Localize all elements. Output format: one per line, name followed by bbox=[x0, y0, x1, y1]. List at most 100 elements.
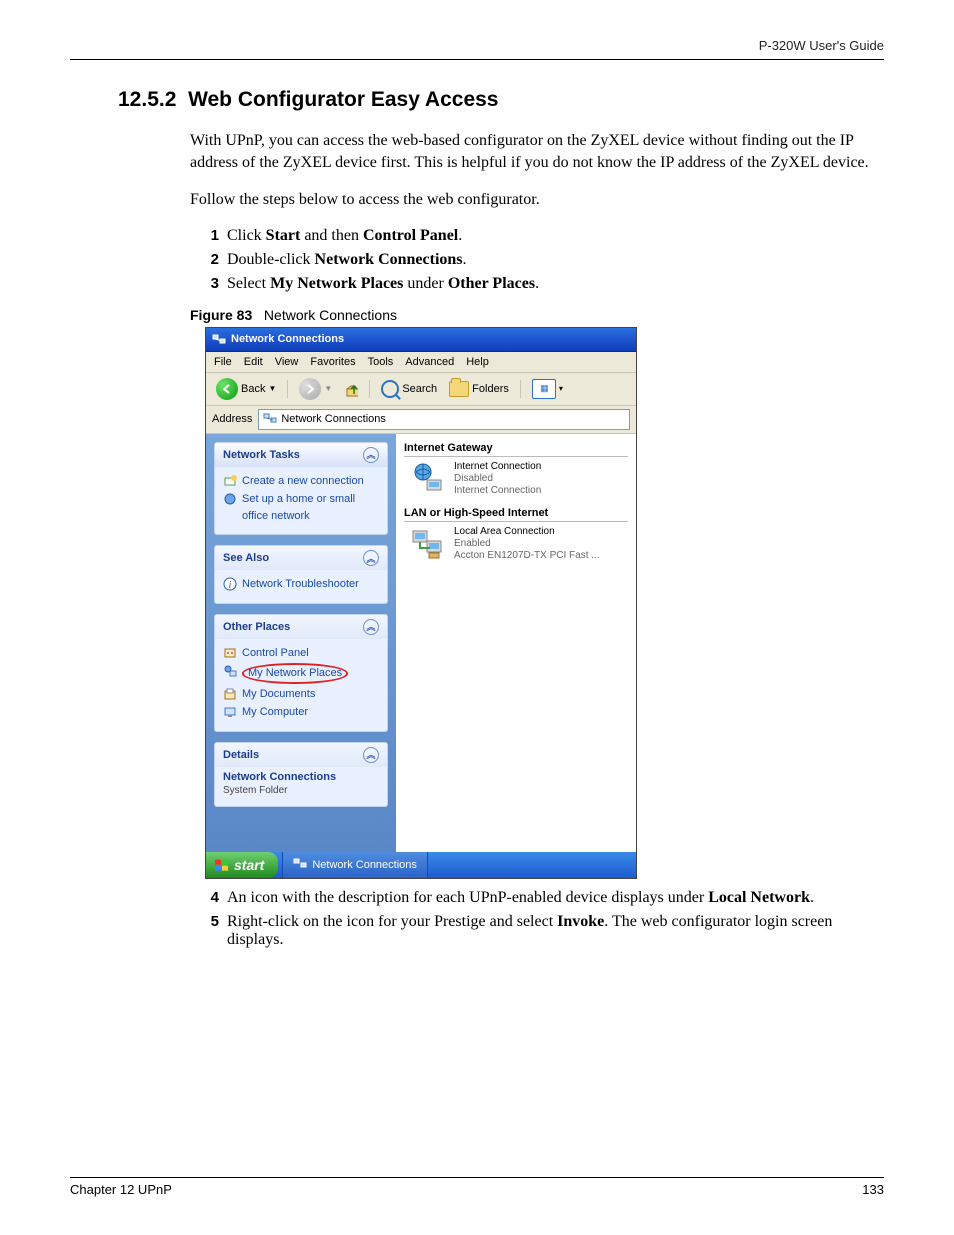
up-button[interactable] bbox=[340, 378, 362, 400]
views-dropdown-icon: ▾ bbox=[559, 384, 563, 393]
computer-icon bbox=[223, 705, 237, 719]
collapse-icon[interactable]: ︽ bbox=[363, 619, 379, 635]
forward-arrow-icon bbox=[299, 378, 321, 400]
step-row: 1 Click Start and then Control Panel. bbox=[205, 227, 884, 245]
network-connections-icon bbox=[212, 332, 226, 346]
start-button[interactable]: start bbox=[206, 852, 278, 878]
menu-view[interactable]: View bbox=[275, 356, 299, 368]
steps-list-top: 1 Click Start and then Control Panel. 2 … bbox=[205, 227, 884, 293]
figure-title: Network Connections bbox=[264, 307, 397, 323]
step-text: An icon with the description for each UP… bbox=[227, 889, 814, 907]
back-arrow-icon bbox=[216, 378, 238, 400]
taskbar-task-label: Network Connections bbox=[312, 859, 417, 871]
step-text: Right-click on the icon for your Prestig… bbox=[227, 913, 884, 949]
section-paragraph-1: With UPnP, you can access the web-based … bbox=[190, 130, 884, 173]
troubleshooter-link[interactable]: i Network Troubleshooter bbox=[223, 576, 379, 593]
search-icon bbox=[381, 380, 399, 398]
steps-list-bottom: 4 An icon with the description for each … bbox=[205, 889, 884, 949]
internet-gateway-heading: Internet Gateway bbox=[404, 442, 628, 457]
back-button[interactable]: Back ▼ bbox=[212, 376, 280, 402]
new-connection-icon bbox=[223, 474, 237, 488]
menu-edit[interactable]: Edit bbox=[244, 356, 263, 368]
other-places-title: Other Places bbox=[223, 621, 290, 633]
create-connection-link[interactable]: Create a new connection bbox=[223, 473, 379, 490]
figure-label: Figure 83 bbox=[190, 307, 252, 323]
my-network-places-link[interactable]: My Network Places bbox=[223, 663, 379, 684]
control-panel-link[interactable]: Control Panel bbox=[223, 645, 379, 662]
start-label: start bbox=[234, 857, 264, 873]
menu-favorites[interactable]: Favorites bbox=[310, 356, 355, 368]
conn-status: Enabled bbox=[454, 538, 600, 550]
window-titlebar[interactable]: Network Connections bbox=[206, 328, 636, 352]
details-header[interactable]: Details ︽ bbox=[215, 743, 387, 767]
see-also-header[interactable]: See Also ︽ bbox=[215, 546, 387, 570]
forward-button[interactable]: ▼ bbox=[295, 376, 336, 402]
back-label: Back bbox=[241, 383, 265, 395]
setup-network-icon bbox=[223, 492, 237, 506]
collapse-icon[interactable]: ︽ bbox=[363, 550, 379, 566]
section-paragraph-2: Follow the steps below to access the web… bbox=[190, 189, 884, 211]
network-tasks-box: Network Tasks ︽ Create a new connection … bbox=[214, 442, 388, 536]
details-box: Details ︽ Network Connections System Fol… bbox=[214, 742, 388, 807]
step-number: 5 bbox=[205, 913, 219, 949]
search-label: Search bbox=[402, 383, 437, 395]
toolbar-separator bbox=[369, 380, 370, 398]
details-type: System Folder bbox=[215, 785, 387, 806]
info-icon: i bbox=[223, 577, 237, 591]
lan-connection-icon bbox=[410, 526, 446, 562]
collapse-icon[interactable]: ︽ bbox=[363, 747, 379, 763]
local-area-connection-item[interactable]: Local Area Connection Enabled Accton EN1… bbox=[410, 526, 628, 562]
step-row: 4 An icon with the description for each … bbox=[205, 889, 884, 907]
internet-connection-icon bbox=[410, 461, 446, 497]
see-also-box: See Also ︽ i Network Troubleshooter bbox=[214, 545, 388, 604]
network-connections-icon bbox=[293, 856, 307, 873]
my-computer-link[interactable]: My Computer bbox=[223, 704, 379, 721]
network-connections-icon bbox=[263, 412, 277, 427]
addressbar: Address Network Connections bbox=[206, 406, 636, 434]
toolbar-separator bbox=[520, 380, 521, 398]
conn-status: Disabled bbox=[454, 473, 541, 485]
step-text: Double-click Network Connections. bbox=[227, 251, 467, 269]
search-button[interactable]: Search bbox=[377, 378, 441, 400]
documents-icon bbox=[223, 687, 237, 701]
folder-icon bbox=[449, 381, 469, 397]
views-icon: ▦ bbox=[532, 379, 556, 399]
menu-file[interactable]: File bbox=[214, 356, 232, 368]
footer-divider bbox=[70, 1177, 884, 1178]
folders-label: Folders bbox=[472, 383, 509, 395]
forward-dropdown-icon: ▼ bbox=[324, 384, 332, 393]
network-tasks-header[interactable]: Network Tasks ︽ bbox=[215, 443, 387, 467]
lan-heading: LAN or High-Speed Internet bbox=[404, 507, 628, 522]
step-row: 3 Select My Network Places under Other P… bbox=[205, 275, 884, 293]
section-number: 12.5.2 bbox=[118, 88, 176, 111]
content-split: Network Tasks ︽ Create a new connection … bbox=[206, 434, 636, 852]
footer-page-number: 133 bbox=[862, 1182, 884, 1197]
taskbar-task[interactable]: Network Connections bbox=[282, 852, 428, 878]
content-pane: Internet Gateway Internet Connection Dis… bbox=[396, 434, 636, 852]
my-documents-link[interactable]: My Documents bbox=[223, 686, 379, 703]
toolbar: Back ▼ ▼ Search Folders ▦ ▾ bbox=[206, 373, 636, 406]
menu-tools[interactable]: Tools bbox=[368, 356, 394, 368]
step-row: 2 Double-click Network Connections. bbox=[205, 251, 884, 269]
folders-button[interactable]: Folders bbox=[445, 379, 513, 399]
internet-connection-item[interactable]: Internet Connection Disabled Internet Co… bbox=[410, 461, 628, 497]
conn-device: Accton EN1207D-TX PCI Fast ... bbox=[454, 550, 600, 562]
address-input[interactable]: Network Connections bbox=[258, 409, 630, 430]
other-places-header[interactable]: Other Places ︽ bbox=[215, 615, 387, 639]
see-also-title: See Also bbox=[223, 552, 269, 564]
step-number: 2 bbox=[205, 251, 219, 269]
task-pane: Network Tasks ︽ Create a new connection … bbox=[206, 434, 396, 852]
setup-network-link[interactable]: Set up a home or small office network bbox=[223, 491, 379, 524]
step-number: 1 bbox=[205, 227, 219, 245]
network-places-icon bbox=[223, 664, 237, 678]
menu-advanced[interactable]: Advanced bbox=[405, 356, 454, 368]
page-footer: Chapter 12 UPnP 133 bbox=[70, 1177, 884, 1197]
collapse-icon[interactable]: ︽ bbox=[363, 447, 379, 463]
footer-chapter: Chapter 12 UPnP bbox=[70, 1182, 172, 1197]
back-dropdown-icon: ▼ bbox=[268, 384, 276, 393]
views-button[interactable]: ▦ ▾ bbox=[528, 377, 567, 401]
step-number: 4 bbox=[205, 889, 219, 907]
taskbar: start Network Connections bbox=[206, 852, 636, 878]
toolbar-separator bbox=[287, 380, 288, 398]
menu-help[interactable]: Help bbox=[466, 356, 489, 368]
